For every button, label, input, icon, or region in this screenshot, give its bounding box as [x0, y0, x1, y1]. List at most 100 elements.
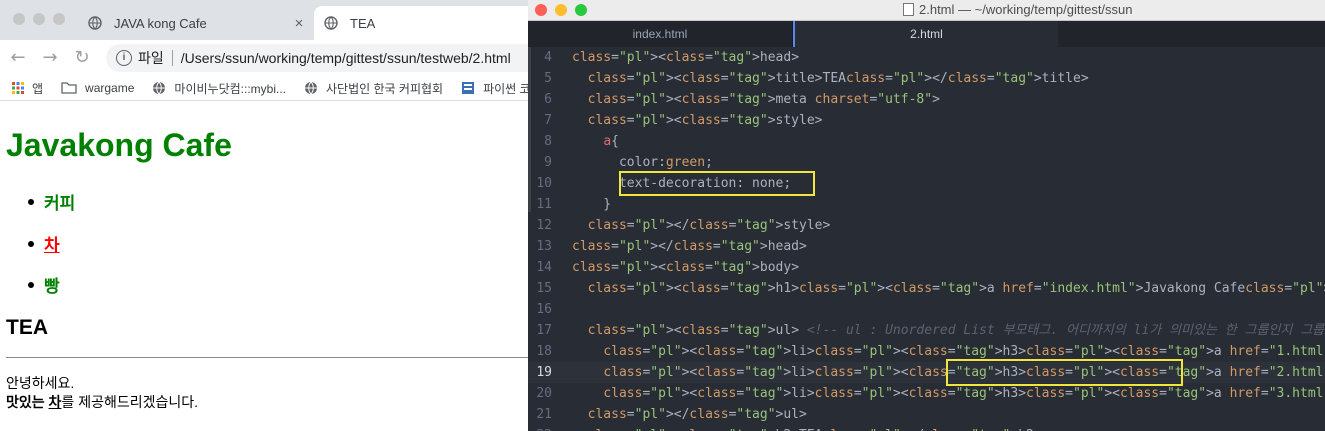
code-text: class="pl"><class="tag">h1>class="pl"><c… [587, 281, 1325, 296]
page-subheading: TEA [6, 316, 48, 339]
bookmark-apps[interactable]: 앱 [12, 80, 43, 97]
close-window-dot[interactable] [13, 13, 25, 25]
line-number: 18 [536, 344, 552, 359]
code-text: } [572, 197, 612, 212]
bookmark-favicon-icon [462, 82, 475, 94]
line-number: 13 [536, 239, 552, 254]
line-number: 8 [544, 134, 552, 149]
bookmark-python[interactable]: 파이썬 코 [461, 80, 528, 97]
bookmark-wargame[interactable]: wargame [61, 81, 134, 95]
code-editor-window: 2.html — ~/working/temp/gittest/ssun ind… [528, 0, 1325, 431]
zoom-window-dot[interactable] [53, 13, 65, 25]
page-content: Javakong Cafe 커피 차 빵 TEA 안녕하세요. 맛있는 차를 제… [0, 101, 528, 431]
line-number: 6 [544, 92, 552, 107]
code-line[interactable]: 16 [528, 299, 1325, 320]
code-line[interactable]: 7 class="pl"><class="tag">style> [528, 110, 1325, 131]
close-window-button[interactable] [535, 4, 547, 16]
code-text: class="pl"><class="tag">style> [587, 113, 823, 128]
line-number: 12 [536, 218, 552, 233]
tab-title: TEA [350, 15, 376, 31]
code-line[interactable]: 15 class="pl"><class="tag">h1>class="pl"… [528, 278, 1325, 299]
code-line[interactable]: 11 } [528, 194, 1325, 215]
code-line[interactable]: 8 a{ [528, 131, 1325, 152]
code-text: class="pl"><class="tag">body> [572, 260, 800, 275]
code-text: class="pl"></class="tag">ul> [587, 407, 807, 422]
code-line[interactable]: 5 class="pl"><class="tag">title>TEAclass… [528, 68, 1325, 89]
code-line[interactable]: 18 class="pl"><class="tag">li>class="pl"… [528, 341, 1325, 362]
bookmark-mybinu[interactable]: 마이비누닷컴:::mybi... [152, 80, 286, 97]
code-text: class="pl"><class="tag">li>class="pl"><c… [603, 386, 1325, 401]
code-line[interactable]: 20 class="pl"><class="tag">li>class="pl"… [528, 383, 1325, 404]
line-number: 7 [544, 113, 552, 128]
tea-link[interactable]: 차 [44, 231, 60, 256]
bookmark-label: 앱 [32, 81, 44, 96]
tab-java-kong-cafe[interactable]: JAVA kong Cafe × [78, 6, 314, 40]
address-bar[interactable]: i 파일 /Users/ssun/working/temp/gittest/ss… [106, 44, 528, 72]
tab-title: JAVA kong Cafe [114, 15, 207, 31]
line-number: 17 [536, 323, 552, 338]
bold-text: 맛있는 [6, 394, 45, 410]
code-text: class="pl"><class="tag">head> [572, 50, 800, 65]
browser-toolbar: ← → ↻ i 파일 /Users/ssun/working/temp/gitt… [0, 40, 528, 76]
back-arrow-icon[interactable]: ← [6, 46, 30, 70]
tab-index-html[interactable]: index.html [528, 21, 793, 47]
globe-icon [305, 81, 317, 95]
code-line[interactable]: 4 class="pl"><class="tag">head> [528, 47, 1325, 68]
page-heading: Javakong Cafe [6, 127, 232, 164]
minimize-window-button[interactable] [555, 4, 567, 16]
code-text: class="pl"><class="tag">meta charset="ut… [587, 92, 940, 107]
code-line[interactable]: 14 class="pl"><class="tag">body> [528, 257, 1325, 278]
address-url: /Users/ssun/working/temp/gittest/ssun/te… [180, 50, 511, 66]
browser-window: JAVA kong Cafe × TEA ← → ↻ i 파일 /Users/s… [0, 0, 528, 431]
list-bullet [28, 281, 34, 288]
zoom-window-button[interactable] [575, 4, 587, 16]
code-line[interactable]: 10 text-decoration: none; [528, 173, 1325, 194]
code-line[interactable]: 22 class="pl"><class="tag">h2>TEAclass="… [528, 425, 1325, 431]
close-tab-icon[interactable]: × [292, 15, 306, 32]
code-line[interactable]: 13 class="pl"></class="tag">head> [528, 236, 1325, 257]
line-number: 9 [544, 155, 552, 170]
bookmark-label: wargame [85, 81, 135, 95]
code-text: class="pl"><class="tag">h2>TEAclass="pl"… [572, 425, 1042, 431]
globe-icon [153, 81, 166, 95]
tab-2-html[interactable]: 2.html [793, 21, 1058, 47]
line-number: 19 [536, 365, 552, 380]
file-icon [903, 3, 914, 16]
apps-grid-icon [12, 82, 24, 94]
window-title: 2.html — ~/working/temp/gittest/ssun [903, 2, 1133, 17]
code-line[interactable]: 17 class="pl"><class="tag">ul> <!-- ul :… [528, 320, 1325, 341]
forward-arrow-icon[interactable]: → [38, 46, 62, 70]
info-icon[interactable]: i [116, 50, 132, 66]
paragraph-offer: 맛있는 차를 제공해드리겠습니다. [6, 392, 198, 412]
reload-icon[interactable]: ↻ [70, 46, 94, 70]
tab-tea[interactable]: TEA [314, 6, 528, 40]
paragraph-rest: 를 제공해드리겠습니다. [61, 394, 199, 410]
line-number: 4 [544, 50, 552, 65]
code-text: class="pl"></class="tag">head> [572, 239, 807, 254]
code-line[interactable]: 12 class="pl"></class="tag">style> [528, 215, 1325, 236]
line-number: 22 [528, 425, 552, 431]
bookmark-label: 파이썬 코 [483, 81, 528, 96]
line-number: 5 [544, 71, 552, 86]
code-line[interactable]: 6 class="pl"><class="tag">meta charset="… [528, 89, 1325, 110]
line-number: 11 [536, 197, 552, 212]
bread-link[interactable]: 빵 [44, 272, 60, 297]
folder-icon [61, 82, 77, 94]
coffee-link[interactable]: 커피 [44, 189, 75, 214]
code-line[interactable]: 21 class="pl"></class="tag">ul> [528, 404, 1325, 425]
heading-link[interactable]: Javakong Cafe [6, 127, 232, 163]
code-text: class="pl"><class="tag">title>TEAclass="… [587, 71, 1089, 86]
code-line[interactable]: 9 color:green; [528, 152, 1325, 173]
code-line[interactable]: 19 class="pl"><class="tag">li>class="pl"… [528, 362, 1325, 383]
list-item: 차 [28, 231, 60, 256]
code-area[interactable]: 4 class="pl"><class="tag">head> 5 class="p… [528, 47, 1325, 431]
line-number: 20 [536, 386, 552, 401]
line-number: 15 [536, 281, 552, 296]
line-number: 16 [536, 302, 552, 317]
minimize-window-dot[interactable] [33, 13, 45, 25]
bookmark-coffee-association[interactable]: 사단법인 한국 커피협회 [304, 80, 443, 97]
tea-inline-link[interactable]: 차 [49, 394, 62, 410]
code-text: class="pl"><class="tag">li>class="pl"><c… [603, 365, 1325, 380]
globe-icon [88, 16, 102, 30]
code-text: class="pl"></class="tag">style> [587, 218, 831, 233]
